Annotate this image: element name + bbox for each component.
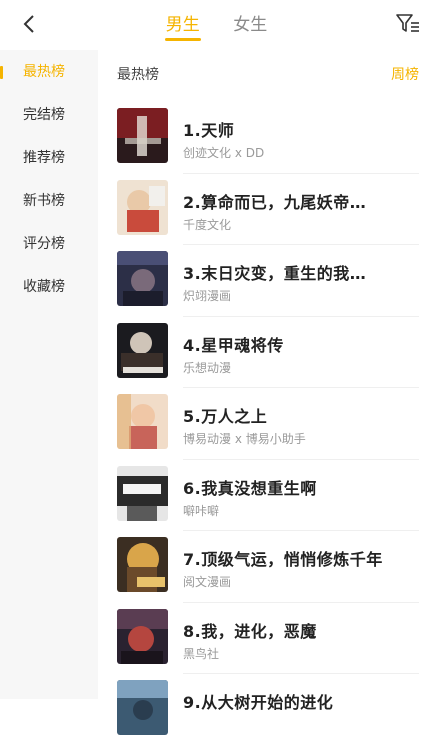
sidebar-item-favorites[interactable]: 收藏榜 [0, 266, 98, 309]
gender-tabs: 男生 女生 [0, 10, 433, 41]
comic-author: 创迹文化 x DD [183, 146, 265, 160]
comic-title: 3.末日灾变，重生的我… [183, 264, 367, 283]
comic-title: 7.顶级气运，悄悄修炼千年 [183, 550, 383, 569]
list-title: 最热榜 [117, 67, 159, 83]
sidebar-item-rating[interactable]: 评分榜 [0, 223, 98, 266]
sidebar-item-recommended[interactable]: 推荐榜 [0, 137, 98, 180]
comic-cover [117, 608, 168, 664]
filter-icon [396, 14, 419, 32]
list-header: 最热榜 周榜 [98, 50, 433, 94]
comic-cover [117, 251, 168, 306]
comic-cover [117, 394, 168, 449]
comic-cover [117, 537, 168, 592]
list-item[interactable]: 8.我，进化，恶魔 黑鸟社 [98, 603, 433, 674]
comic-author: 乐想动漫 [183, 360, 232, 375]
list-item[interactable]: 7.顶级气运，悄悄修炼千年 阅文漫画 [98, 531, 433, 603]
comic-author: 阅文漫画 [183, 575, 232, 589]
comic-title: 5.万人之上 [183, 407, 268, 426]
list-item[interactable]: 2.算命而已，九尾妖帝… 千度文化 [98, 174, 433, 245]
comic-author: 炽翊漫画 [183, 289, 232, 303]
filter-button[interactable] [395, 12, 421, 36]
sidebar-item-hottest[interactable]: 最热榜 [0, 51, 98, 94]
comic-title: 6.我真没想重生啊 [183, 478, 317, 498]
comic-cover [117, 322, 168, 378]
list-item[interactable]: 4.星甲魂将传 乐想动漫 [98, 317, 433, 388]
comic-author: 千度文化 [183, 217, 232, 232]
comic-title: 9.从大树开始的进化 [183, 693, 334, 712]
list-item[interactable]: 1.天师 创迹文化 x DD [98, 102, 433, 174]
tab-female[interactable]: 女生 [233, 10, 267, 41]
comic-cover [117, 179, 168, 235]
comic-title: 2.算命而已，九尾妖帝… [183, 192, 367, 212]
list-item[interactable]: 9.从大树开始的进化 [98, 674, 433, 746]
comic-cover [117, 108, 168, 163]
ranking-sidebar: 最热榜 完结榜 推荐榜 新书榜 评分榜 收藏榜 [0, 50, 98, 699]
top-bar: 男生 女生 [0, 0, 433, 50]
period-selector[interactable]: 周榜 [391, 64, 419, 84]
ranking-list-panel: 最热榜 周榜 1.天师 创迹文化 x DD 2.算命而已，九尾妖帝… 千度文化 … [98, 50, 433, 735]
sidebar-item-new[interactable]: 新书榜 [0, 180, 98, 223]
comic-title: 1.天师 [183, 121, 235, 140]
comic-author: 噼咔噼 [183, 503, 220, 518]
comic-author: 博易动漫 x 博易小助手 [183, 432, 306, 446]
sidebar-item-completed[interactable]: 完结榜 [0, 94, 98, 137]
comic-title: 8.我，进化，恶魔 [183, 621, 317, 641]
list-item[interactable]: 6.我真没想重生啊 噼咔噼 [98, 460, 433, 531]
list-item[interactable]: 3.末日灾变，重生的我… 炽翊漫画 [98, 245, 433, 317]
comic-title: 4.星甲魂将传 [183, 335, 284, 355]
comic-cover [117, 680, 168, 735]
list-item[interactable]: 5.万人之上 博易动漫 x 博易小助手 [98, 388, 433, 460]
tab-male[interactable]: 男生 [164, 10, 201, 41]
comic-cover [117, 465, 168, 521]
comic-list: 1.天师 创迹文化 x DD 2.算命而已，九尾妖帝… 千度文化 3.末日灾变，… [98, 102, 433, 746]
comic-author: 黑鸟社 [183, 646, 220, 661]
